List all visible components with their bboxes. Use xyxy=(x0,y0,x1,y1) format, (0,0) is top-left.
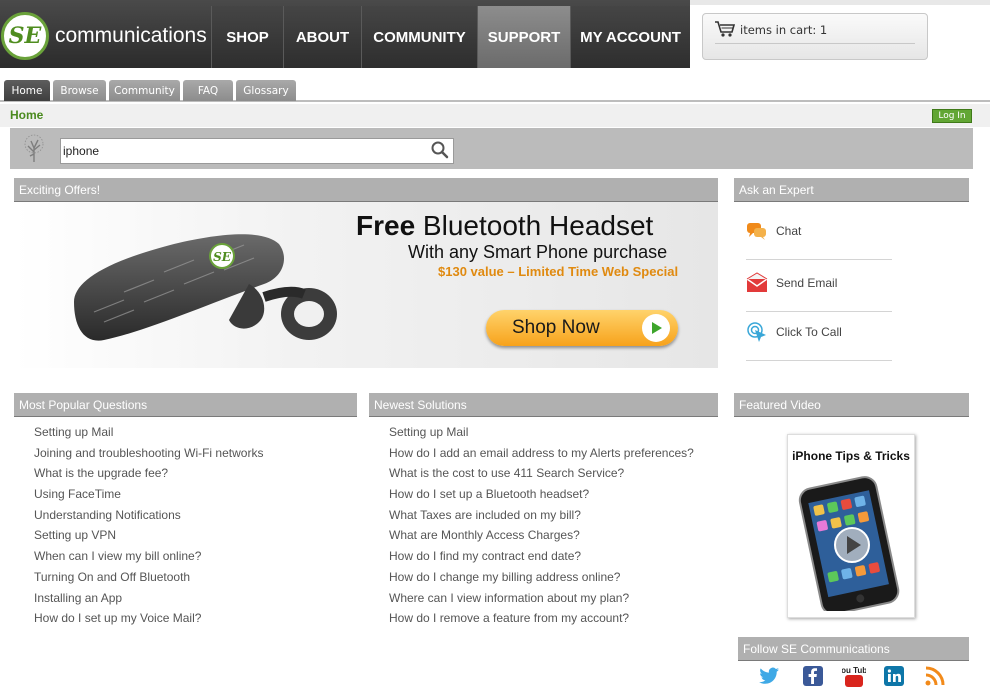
tree-icon xyxy=(24,134,44,162)
offer-banner[interactable]: SE Free Bluetooth Headset With any Smart… xyxy=(14,202,718,368)
youtube-icon[interactable]: You Tube xyxy=(842,664,866,688)
nav-about[interactable]: ABOUT xyxy=(283,6,361,68)
nav-community[interactable]: COMMUNITY xyxy=(361,6,477,68)
shop-now-label: Shop Now xyxy=(512,317,600,338)
list-item[interactable]: Setting up VPN xyxy=(34,528,263,549)
expert-chat-label: Chat xyxy=(776,224,802,238)
list-item[interactable]: Setting up Mail xyxy=(389,425,694,446)
list-item[interactable]: What is the upgrade fee? xyxy=(34,466,263,487)
list-item[interactable]: Using FaceTime xyxy=(34,487,263,508)
newest-solutions-list: Setting up Mail How do I add an email ad… xyxy=(389,425,694,632)
featured-video[interactable]: iPhone Tips & Tricks xyxy=(787,434,915,618)
follow-heading: Follow SE Communications xyxy=(738,637,969,661)
list-item[interactable]: How do I find my contract end date? xyxy=(389,549,694,570)
cart-area: items in cart: 1 xyxy=(690,0,990,68)
tab-glossary[interactable]: Glossary xyxy=(236,80,296,101)
expert-click-to-call[interactable]: Click To Call xyxy=(746,313,892,361)
rss-icon[interactable] xyxy=(923,664,947,688)
facebook-icon[interactable] xyxy=(801,664,825,688)
tab-home[interactable]: Home xyxy=(4,80,50,101)
offer-title: Free Bluetooth Headset xyxy=(356,210,654,241)
tab-browse[interactable]: Browse xyxy=(53,80,106,101)
list-item[interactable]: Joining and troubleshooting Wi-Fi networ… xyxy=(34,446,263,467)
top-header: SE communications SHOP ABOUT COMMUNITY S… xyxy=(0,0,990,68)
list-item[interactable]: Installing an App xyxy=(34,591,263,612)
list-item[interactable]: What Taxes are included on my bill? xyxy=(389,508,694,529)
cart-summary[interactable]: items in cart: 1 xyxy=(702,13,928,60)
play-icon xyxy=(642,314,670,342)
list-item[interactable]: Setting up Mail xyxy=(34,425,263,446)
expert-call-label: Click To Call xyxy=(776,325,842,339)
svg-text:You Tube: You Tube xyxy=(842,666,866,675)
site-logo[interactable]: SE communications xyxy=(0,6,210,66)
twitter-icon[interactable] xyxy=(757,664,781,688)
list-item[interactable]: Understanding Notifications xyxy=(34,508,263,529)
click-to-call-icon xyxy=(747,322,766,342)
sub-tabs: Home Browse Community FAQ Glossary xyxy=(0,68,990,102)
logo-text: communications xyxy=(55,24,207,47)
video-heading: Featured Video xyxy=(734,393,969,417)
search-icon[interactable] xyxy=(430,140,450,160)
popular-questions-list: Setting up Mail Joining and troubleshoot… xyxy=(34,425,263,632)
list-item[interactable]: When can I view my bill online? xyxy=(34,549,263,570)
list-item[interactable]: How do I set up my Voice Mail? xyxy=(34,611,263,632)
offer-note: $130 value – Limited Time Web Special xyxy=(438,264,679,279)
logo-mark: SE xyxy=(1,12,49,60)
cart-icon xyxy=(714,20,736,43)
expert-send-email[interactable]: Send Email xyxy=(746,264,892,312)
nav-support[interactable]: SUPPORT xyxy=(477,6,570,68)
headset-image: SE xyxy=(74,234,337,341)
tab-faq[interactable]: FAQ xyxy=(183,80,233,101)
nav-my-account[interactable]: MY ACCOUNT xyxy=(570,6,690,68)
list-item[interactable]: Turning On and Off Bluetooth xyxy=(34,570,263,591)
linkedin-icon[interactable] xyxy=(882,664,906,688)
list-item[interactable]: How do I remove a feature from my accoun… xyxy=(389,611,694,632)
list-item[interactable]: How do I add an email address to my Aler… xyxy=(389,446,694,467)
iphone-image xyxy=(798,476,900,611)
list-item[interactable]: Where can I view information about my pl… xyxy=(389,591,694,612)
video-title: iPhone Tips & Tricks xyxy=(792,449,910,463)
email-icon xyxy=(746,272,768,292)
offer-subtitle: With any Smart Phone purchase xyxy=(408,242,668,262)
svg-text:SE: SE xyxy=(213,250,232,264)
tab-community[interactable]: Community xyxy=(109,80,180,101)
expert-email-label: Send Email xyxy=(776,276,838,290)
cart-count-text: items in cart: 1 xyxy=(740,23,828,37)
breadcrumb[interactable]: Home xyxy=(10,108,43,122)
list-item[interactable]: What is the cost to use 411 Search Servi… xyxy=(389,466,694,487)
list-item[interactable]: What are Monthly Access Charges? xyxy=(389,528,694,549)
login-button[interactable]: Log In xyxy=(932,109,972,123)
shop-now-button[interactable]: Shop Now xyxy=(486,310,678,346)
list-item[interactable]: How do I change my billing address onlin… xyxy=(389,570,694,591)
newest-heading: Newest Solutions xyxy=(369,393,718,417)
chat-icon xyxy=(747,223,766,240)
search-bar xyxy=(10,128,973,169)
expert-chat[interactable]: Chat xyxy=(746,212,892,260)
search-input[interactable] xyxy=(60,138,454,164)
offers-heading: Exciting Offers! xyxy=(14,178,718,202)
popular-heading: Most Popular Questions xyxy=(14,393,357,417)
list-item[interactable]: How do I set up a Bluetooth headset? xyxy=(389,487,694,508)
expert-heading: Ask an Expert xyxy=(734,178,969,202)
breadcrumb-bar: Home Log In xyxy=(0,104,990,127)
main-nav: SHOP ABOUT COMMUNITY SUPPORT MY ACCOUNT xyxy=(211,6,690,68)
nav-shop[interactable]: SHOP xyxy=(211,6,283,68)
